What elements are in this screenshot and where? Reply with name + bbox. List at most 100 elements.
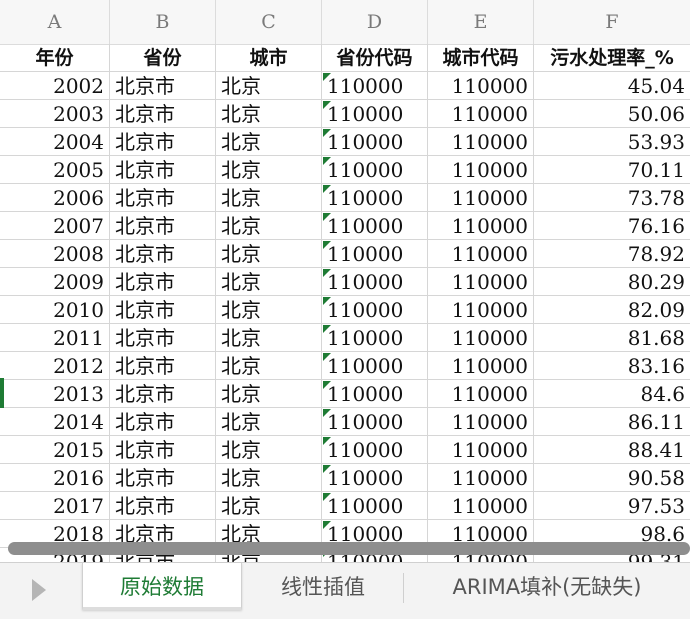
year-cell[interactable]: 2010 xyxy=(0,296,110,324)
city-cell[interactable]: 北京 xyxy=(216,492,322,520)
province-cell[interactable]: 北京市 xyxy=(110,156,216,184)
column-header-a[interactable]: A xyxy=(0,0,110,44)
sewage-rate-cell[interactable]: 97.53 xyxy=(534,492,690,520)
city-code-cell[interactable]: 110000 xyxy=(428,380,534,408)
city-cell[interactable]: 北京 xyxy=(216,240,322,268)
sewage-rate-cell[interactable]: 78.92 xyxy=(534,240,690,268)
province-code-cell[interactable]: 110000 xyxy=(322,184,428,212)
city-cell[interactable]: 北京 xyxy=(216,128,322,156)
sewage-rate-cell[interactable]: 84.6 xyxy=(534,380,690,408)
column-header-f[interactable]: F xyxy=(534,0,690,44)
year-cell[interactable]: 2012 xyxy=(0,352,110,380)
horizontal-scrollbar[interactable] xyxy=(8,542,690,555)
year-cell[interactable]: 2016 xyxy=(0,464,110,492)
year-cell[interactable]: 2005 xyxy=(0,156,110,184)
province-cell[interactable]: 北京市 xyxy=(110,492,216,520)
sewage-rate-cell[interactable]: 86.11 xyxy=(534,408,690,436)
city-code-cell[interactable]: 110000 xyxy=(428,296,534,324)
city-cell[interactable]: 北京 xyxy=(216,212,322,240)
city-cell[interactable]: 北京 xyxy=(216,184,322,212)
province-code-cell[interactable]: 110000 xyxy=(322,352,428,380)
city-code-cell[interactable]: 110000 xyxy=(428,100,534,128)
sewage-rate-cell[interactable]: 83.16 xyxy=(534,352,690,380)
sewage-rate-cell[interactable]: 45.04 xyxy=(534,72,690,100)
sewage-rate-cell[interactable]: 80.29 xyxy=(534,268,690,296)
province-cell[interactable]: 北京市 xyxy=(110,72,216,100)
province-cell[interactable]: 北京市 xyxy=(110,212,216,240)
province-code-cell[interactable]: 110000 xyxy=(322,380,428,408)
city-code-cell[interactable]: 110000 xyxy=(428,436,534,464)
spreadsheet-grid[interactable]: A B C D E F 年份 省份 城市 省份代码 城市代码 污水处理率_% 2… xyxy=(0,0,690,562)
province-code-cell[interactable]: 110000 xyxy=(322,296,428,324)
sewage-rate-cell[interactable]: 82.09 xyxy=(534,296,690,324)
year-cell[interactable]: 2014 xyxy=(0,408,110,436)
province-code-cell[interactable]: 110000 xyxy=(322,464,428,492)
city-cell[interactable]: 北京 xyxy=(216,380,322,408)
province-code-cell[interactable]: 110000 xyxy=(322,408,428,436)
city-code-cell[interactable]: 110000 xyxy=(428,240,534,268)
sewage-rate-cell[interactable]: 90.58 xyxy=(534,464,690,492)
city-code-cell[interactable]: 110000 xyxy=(428,352,534,380)
header-cell-year[interactable]: 年份 xyxy=(0,44,110,72)
header-cell-province-code[interactable]: 省份代码 xyxy=(322,44,428,72)
year-cell[interactable]: 2015 xyxy=(0,436,110,464)
province-cell[interactable]: 北京市 xyxy=(110,184,216,212)
province-code-cell[interactable]: 110000 xyxy=(322,212,428,240)
column-header-d[interactable]: D xyxy=(322,0,428,44)
province-code-cell[interactable]: 110000 xyxy=(322,156,428,184)
province-cell[interactable]: 北京市 xyxy=(110,436,216,464)
province-cell[interactable]: 北京市 xyxy=(110,296,216,324)
header-cell-province[interactable]: 省份 xyxy=(110,44,216,72)
city-cell[interactable]: 北京 xyxy=(216,324,322,352)
province-cell[interactable]: 北京市 xyxy=(110,128,216,156)
province-code-cell[interactable]: 110000 xyxy=(322,72,428,100)
sheet-tab-linear-interpolation[interactable]: 线性插值 xyxy=(244,563,402,607)
sewage-rate-cell[interactable]: 81.68 xyxy=(534,324,690,352)
year-cell[interactable]: 2011 xyxy=(0,324,110,352)
year-cell[interactable]: 2002 xyxy=(0,72,110,100)
city-cell[interactable]: 北京 xyxy=(216,100,322,128)
city-cell[interactable]: 北京 xyxy=(216,408,322,436)
province-code-cell[interactable]: 110000 xyxy=(322,436,428,464)
city-cell[interactable]: 北京 xyxy=(216,156,322,184)
province-cell[interactable]: 北京市 xyxy=(110,100,216,128)
city-code-cell[interactable]: 110000 xyxy=(428,212,534,240)
year-cell[interactable]: 2009 xyxy=(0,268,110,296)
city-cell[interactable]: 北京 xyxy=(216,436,322,464)
sewage-rate-cell[interactable]: 53.93 xyxy=(534,128,690,156)
next-sheet-arrow-icon[interactable] xyxy=(32,579,46,601)
year-cell[interactable]: 2003 xyxy=(0,100,110,128)
column-header-b[interactable]: B xyxy=(110,0,216,44)
city-cell[interactable]: 北京 xyxy=(216,72,322,100)
sheet-tab-raw-data[interactable]: 原始数据 xyxy=(82,563,242,610)
header-cell-city[interactable]: 城市 xyxy=(216,44,322,72)
province-code-cell[interactable]: 110000 xyxy=(322,128,428,156)
province-cell[interactable]: 北京市 xyxy=(110,352,216,380)
city-cell[interactable]: 北京 xyxy=(216,352,322,380)
province-cell[interactable]: 北京市 xyxy=(110,324,216,352)
city-cell[interactable]: 北京 xyxy=(216,268,322,296)
sheet-tab-arima[interactable]: ARIMA填补(无缺失) xyxy=(404,563,690,607)
header-cell-city-code[interactable]: 城市代码 xyxy=(428,44,534,72)
province-code-cell[interactable]: 110000 xyxy=(322,492,428,520)
province-cell[interactable]: 北京市 xyxy=(110,408,216,436)
province-code-cell[interactable]: 110000 xyxy=(322,240,428,268)
year-cell[interactable]: 2013 xyxy=(0,380,110,408)
sewage-rate-cell[interactable]: 70.11 xyxy=(534,156,690,184)
header-cell-sewage-rate[interactable]: 污水处理率_% xyxy=(534,44,690,72)
city-code-cell[interactable]: 110000 xyxy=(428,268,534,296)
year-cell[interactable]: 2004 xyxy=(0,128,110,156)
province-cell[interactable]: 北京市 xyxy=(110,380,216,408)
city-code-cell[interactable]: 110000 xyxy=(428,156,534,184)
city-code-cell[interactable]: 110000 xyxy=(428,128,534,156)
year-cell[interactable]: 2006 xyxy=(0,184,110,212)
province-code-cell[interactable]: 110000 xyxy=(322,100,428,128)
city-code-cell[interactable]: 110000 xyxy=(428,184,534,212)
province-code-cell[interactable]: 110000 xyxy=(322,268,428,296)
city-code-cell[interactable]: 110000 xyxy=(428,72,534,100)
province-cell[interactable]: 北京市 xyxy=(110,464,216,492)
city-code-cell[interactable]: 110000 xyxy=(428,492,534,520)
city-cell[interactable]: 北京 xyxy=(216,296,322,324)
year-cell[interactable]: 2007 xyxy=(0,212,110,240)
city-code-cell[interactable]: 110000 xyxy=(428,408,534,436)
